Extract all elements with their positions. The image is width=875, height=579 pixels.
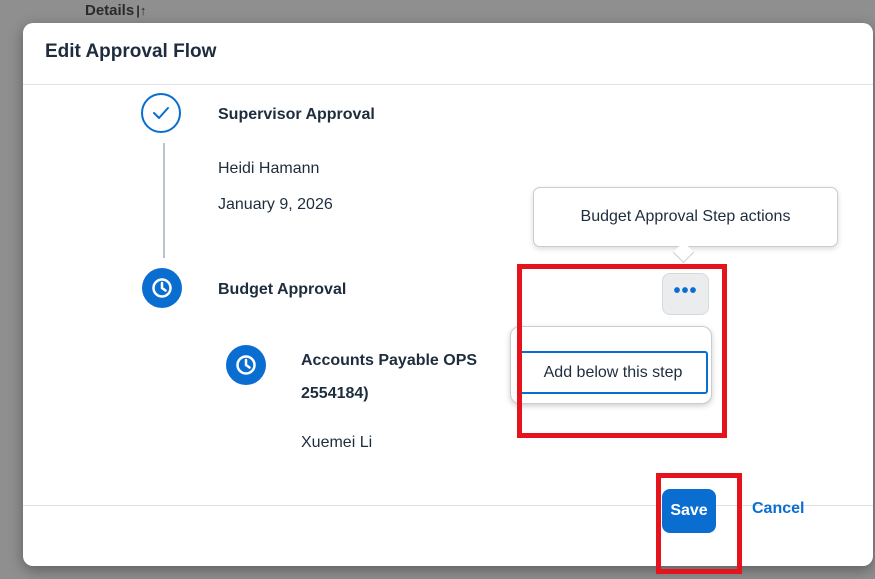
background-column-header: Details |↑ (85, 2, 146, 19)
step-date: January 9, 2026 (218, 196, 333, 213)
clock-icon (142, 268, 182, 308)
check-icon (141, 93, 181, 133)
substep-title-line1: Accounts Payable OPS (301, 352, 478, 369)
clock-icon (226, 345, 266, 385)
dialog-title: Edit Approval Flow (45, 41, 217, 62)
substep-title-line2: 2554184) (301, 385, 369, 402)
cancel-button[interactable]: Cancel (752, 500, 804, 518)
timeline-connector (163, 143, 165, 258)
step-title-budget: Budget Approval (218, 281, 347, 298)
substep-approver: Xuemei Li (301, 434, 373, 451)
step-actions-tooltip: Budget Approval Step actions (533, 187, 838, 247)
highlight-box-actions (517, 264, 727, 438)
sort-ascending-icon: |↑ (136, 3, 147, 18)
step-approver: Heidi Hamann (218, 160, 320, 177)
dialog-header: Edit Approval Flow (23, 23, 873, 85)
column-header-label: Details (85, 2, 135, 19)
highlight-box-save (656, 473, 742, 574)
dialog-footer (23, 505, 873, 566)
step-title-supervisor: Supervisor Approval (218, 106, 375, 123)
